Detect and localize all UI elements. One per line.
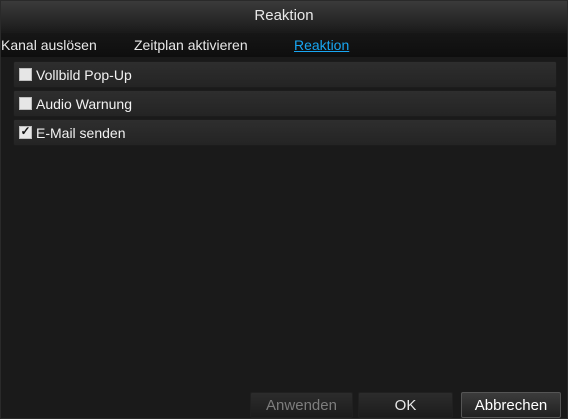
checkmark-icon: ✓ <box>20 124 31 138</box>
option-label-fullscreen-popup: Vollbild Pop-Up <box>36 66 132 83</box>
options-list: Vollbild Pop-Up Audio Warnung ✓ E-Mail s… <box>13 61 557 148</box>
checkbox-audio-warning[interactable] <box>19 97 32 110</box>
tab-bar: Kanal auslösen Zeitplan aktivieren Reakt… <box>1 33 567 57</box>
dialog-title: Reaktion <box>1 1 567 31</box>
tab-kanal-ausloesen[interactable]: Kanal auslösen <box>1 33 97 57</box>
apply-button[interactable]: Anwenden <box>250 392 353 418</box>
checkbox-send-email[interactable]: ✓ <box>19 124 32 139</box>
checkbox-fullscreen-popup[interactable] <box>19 68 32 81</box>
reaction-dialog: Reaktion Kanal auslösen Zeitplan aktivie… <box>0 0 568 419</box>
option-label-audio-warning: Audio Warnung <box>36 95 132 112</box>
option-row-audio-warning[interactable]: Audio Warnung <box>13 90 557 117</box>
option-label-send-email: E-Mail senden <box>36 124 126 141</box>
tab-zeitplan-aktivieren[interactable]: Zeitplan aktivieren <box>134 33 248 57</box>
ok-button[interactable]: OK <box>358 392 453 418</box>
cancel-button[interactable]: Abbrechen <box>461 392 561 418</box>
option-row-send-email[interactable]: ✓ E-Mail senden <box>13 119 557 146</box>
option-row-fullscreen-popup[interactable]: Vollbild Pop-Up <box>13 61 557 88</box>
tab-reaktion[interactable]: Reaktion <box>294 33 349 57</box>
